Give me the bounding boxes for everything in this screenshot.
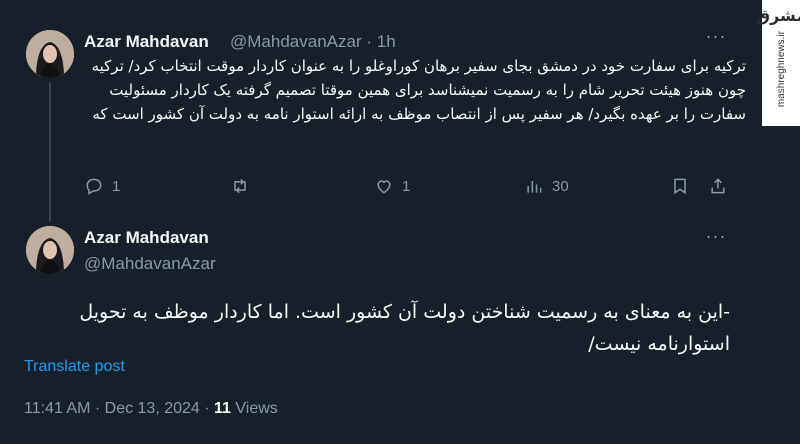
reply-button[interactable]: 1 [84,172,120,200]
views-label: Views [230,400,278,417]
bookmark-icon [674,178,686,195]
action-bar: 1 1 30 [80,172,730,200]
more-icon[interactable]: ··· [704,27,728,50]
translate-post-link[interactable]: Translate post [24,358,125,376]
views-number: 11 [214,400,231,417]
watermark-url: mashreghnews.ir [775,31,787,108]
reply-icon [86,178,102,195]
views-button[interactable]: 30 [524,172,569,200]
share-icon [711,178,725,194]
author-meta: @MahdavanAzar · 1h [230,32,396,52]
like-button[interactable]: 1 [374,172,410,200]
tweet-text: -این به معنای به رسمیت شناختن دولت آن کش… [79,301,730,355]
author-handle[interactable]: @MahdavanAzar [230,32,362,51]
views-icon [527,181,542,193]
thread-line [49,82,51,222]
author-name[interactable]: Azar Mahdavan [84,32,209,52]
post-timestamp[interactable]: 11:41 AM · Dec 13, 2024 · [24,400,214,417]
reply-count: 1 [112,177,121,195]
views-count: 30 [552,177,569,195]
more-icon[interactable]: ··· [704,227,728,250]
dot-separator: · [366,32,373,51]
like-count: 1 [402,177,411,195]
avatar[interactable] [26,30,74,78]
avatar[interactable] [26,226,74,274]
like-icon [377,180,391,194]
repost-icon [234,178,246,194]
watermark-logo: مشرق [755,6,800,25]
tweet-1[interactable]: Azar Mahdavan @MahdavanAzar · 1h ··· ترک… [0,0,760,222]
author-handle[interactable]: @MahdavanAzar [84,254,216,274]
post-meta: 11:41 AM · Dec 13, 2024 · 11 Views [24,400,278,418]
bookmark-button[interactable] [670,172,690,200]
post-time[interactable]: 1h [377,32,396,51]
repost-button[interactable] [230,172,258,200]
author-name[interactable]: Azar Mahdavan [84,228,209,248]
tweet-text: ترکیه برای سفارت خود در دمشق بجای سفیر ب… [91,57,746,123]
share-button[interactable] [708,172,728,200]
watermark: مشرق mashreghnews.ir [756,0,800,126]
